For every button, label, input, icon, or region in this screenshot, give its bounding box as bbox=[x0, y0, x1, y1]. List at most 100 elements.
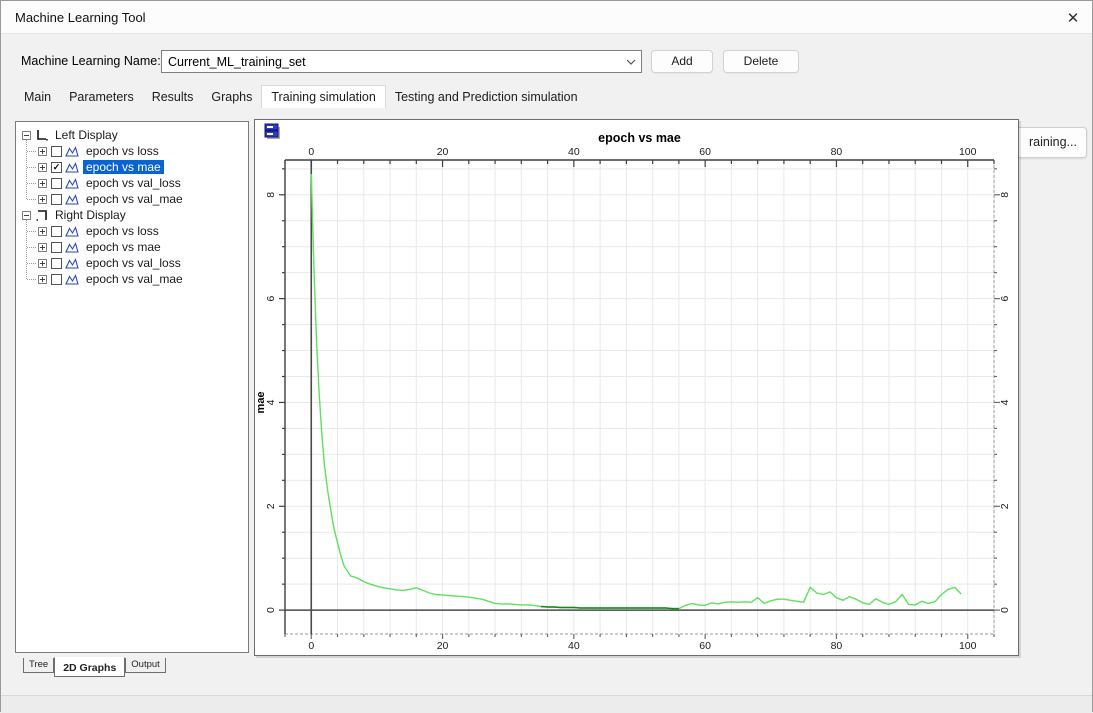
tab-results[interactable]: Results bbox=[143, 86, 203, 108]
bottom-tick-label: 40 bbox=[568, 640, 580, 652]
collapse-box-icon[interactable] bbox=[22, 211, 31, 220]
expand-box-icon[interactable] bbox=[38, 243, 47, 252]
training-button-clipped[interactable]: raining... bbox=[1018, 127, 1087, 158]
chevron-down-icon[interactable] bbox=[626, 58, 636, 66]
top-tick-label: 40 bbox=[568, 146, 580, 158]
tree-item-epoch-vs-mae[interactable]: ✓ epoch vs mae bbox=[16, 159, 248, 175]
training-chart[interactable]: 0020204040606080801001000022446688epoch … bbox=[255, 120, 1018, 655]
left-tick-label: 2 bbox=[265, 503, 277, 509]
top-tick-label: 100 bbox=[959, 146, 977, 158]
tree-item-epoch-vs-val-loss[interactable]: epoch vs val_loss bbox=[16, 175, 248, 191]
tree-node-left-display[interactable]: Left Display bbox=[16, 127, 248, 143]
tree-group: Right Displayepoch vs lossepoch vs maeep… bbox=[16, 207, 248, 287]
top-tick-label: 20 bbox=[437, 146, 449, 158]
bottom-tab-output[interactable]: Output bbox=[125, 658, 166, 673]
tree-item-epoch-vs-loss[interactable]: epoch vs loss bbox=[16, 223, 248, 239]
ml-name-input[interactable] bbox=[162, 51, 618, 72]
expand-box-icon[interactable] bbox=[38, 179, 47, 188]
titlebar: Machine Learning Tool ✕ bbox=[1, 1, 1092, 34]
item-checkbox[interactable] bbox=[51, 178, 62, 189]
bottom-tick-label: 20 bbox=[437, 640, 449, 652]
right-tick-label: 4 bbox=[999, 399, 1011, 405]
tree-item-epoch-vs-val-loss[interactable]: epoch vs val_loss bbox=[16, 255, 248, 271]
icon-stripe bbox=[267, 133, 273, 135]
bottom-tab-tree[interactable]: Tree bbox=[23, 658, 54, 673]
mae-line-overlap-segment bbox=[541, 607, 679, 609]
right-tick-label: 6 bbox=[999, 296, 1011, 302]
line-chart-icon bbox=[65, 162, 79, 173]
tab-testing-and-prediction-simulation[interactable]: Testing and Prediction simulation bbox=[386, 86, 587, 108]
tree-group: Left Displayepoch vs loss✓epoch vs maeep… bbox=[16, 127, 248, 207]
tree-node-right-display[interactable]: Right Display bbox=[16, 207, 248, 223]
tab-main[interactable]: Main bbox=[15, 86, 60, 108]
bottom-tab-bar: Tree2D GraphsOutput bbox=[23, 658, 166, 677]
item-checkbox[interactable] bbox=[51, 146, 62, 157]
bottom-tick-label: 0 bbox=[308, 640, 314, 652]
expand-box-icon[interactable] bbox=[38, 163, 47, 172]
item-checkbox[interactable] bbox=[51, 226, 62, 237]
tree-item-epoch-vs-val-mae[interactable]: epoch vs val_mae bbox=[16, 271, 248, 287]
tree-node-label: Left Display bbox=[52, 128, 121, 142]
tree-item-label: epoch vs val_mae bbox=[83, 192, 186, 206]
tree-item-label: epoch vs mae bbox=[83, 160, 164, 174]
right-tick-label: 2 bbox=[999, 503, 1011, 509]
tab-parameters[interactable]: Parameters bbox=[60, 86, 143, 108]
tree-item-label: epoch vs mae bbox=[83, 240, 164, 254]
display-properties-icon[interactable] bbox=[265, 124, 280, 139]
left-tick-label: 8 bbox=[265, 192, 277, 198]
tree-item-label: epoch vs val_mae bbox=[83, 272, 186, 286]
item-checkbox[interactable] bbox=[51, 258, 62, 269]
tree-item-epoch-vs-mae[interactable]: epoch vs mae bbox=[16, 239, 248, 255]
left-tick-label: 6 bbox=[265, 296, 277, 302]
expand-box-icon[interactable] bbox=[38, 195, 47, 204]
add-button[interactable]: Add bbox=[651, 50, 713, 73]
tab-training-simulation[interactable]: Training simulation bbox=[261, 85, 385, 108]
item-checkbox[interactable]: ✓ bbox=[51, 162, 62, 173]
item-checkbox[interactable] bbox=[51, 194, 62, 205]
left-axes-icon bbox=[35, 129, 48, 141]
right-tick-label: 8 bbox=[999, 192, 1011, 198]
expand-box-icon[interactable] bbox=[38, 275, 47, 284]
item-checkbox[interactable] bbox=[51, 242, 62, 253]
expand-box-icon[interactable] bbox=[38, 147, 47, 156]
tree-item-epoch-vs-val-mae[interactable]: epoch vs val_mae bbox=[16, 191, 248, 207]
chart-title: epoch vs mae bbox=[598, 131, 681, 145]
window-title: Machine Learning Tool bbox=[15, 1, 146, 34]
tree-item-label: epoch vs val_loss bbox=[83, 176, 184, 190]
tree-item-label: epoch vs loss bbox=[83, 224, 162, 238]
bottom-tick-label: 100 bbox=[959, 640, 977, 652]
tree-item-label: epoch vs loss bbox=[83, 144, 162, 158]
chart-panel[interactable]: 0020204040606080801001000022446688epoch … bbox=[254, 119, 1019, 656]
line-chart-icon bbox=[65, 242, 79, 253]
close-icon[interactable]: ✕ bbox=[1062, 7, 1084, 29]
ml-name-label: Machine Learning Name: bbox=[21, 50, 161, 73]
ml-name-combobox[interactable] bbox=[161, 50, 642, 73]
main-tab-bar: MainParametersResultsGraphsTraining simu… bbox=[15, 85, 587, 108]
top-tick-label: 80 bbox=[831, 146, 843, 158]
line-chart-icon bbox=[65, 274, 79, 285]
collapse-box-icon[interactable] bbox=[22, 131, 31, 140]
bottom-strip bbox=[1, 696, 1092, 713]
tree-node-label: Right Display bbox=[52, 208, 129, 222]
tab-graphs[interactable]: Graphs bbox=[202, 86, 261, 108]
left-tick-label: 0 bbox=[265, 607, 277, 613]
line-chart-icon bbox=[65, 146, 79, 157]
mae-line-series bbox=[311, 174, 961, 609]
tree-item-epoch-vs-loss[interactable]: epoch vs loss bbox=[16, 143, 248, 159]
item-checkbox[interactable] bbox=[51, 274, 62, 285]
tree-children: epoch vs loss ✓ epoch vs mae epoch vs val_l… bbox=[16, 143, 248, 207]
icon-stripe bbox=[267, 126, 273, 128]
expand-box-icon[interactable] bbox=[38, 227, 47, 236]
delete-button[interactable]: Delete bbox=[723, 50, 799, 73]
right-axes-icon bbox=[35, 209, 48, 221]
top-tick-label: 60 bbox=[699, 146, 711, 158]
bottom-tick-label: 80 bbox=[831, 640, 843, 652]
bottom-tab-2d-graphs[interactable]: 2D Graphs bbox=[54, 657, 125, 677]
bottom-tick-label: 60 bbox=[699, 640, 711, 652]
tree-item-label: epoch vs val_loss bbox=[83, 256, 184, 270]
tree-children: epoch vs loss epoch vs mae epoch vs val_lo… bbox=[16, 223, 248, 287]
line-chart-icon bbox=[65, 226, 79, 237]
right-tick-label: 0 bbox=[999, 607, 1011, 613]
machine-learning-tool-window: { "window": { "title": "Machine Learning… bbox=[0, 0, 1093, 712]
expand-box-icon[interactable] bbox=[38, 259, 47, 268]
